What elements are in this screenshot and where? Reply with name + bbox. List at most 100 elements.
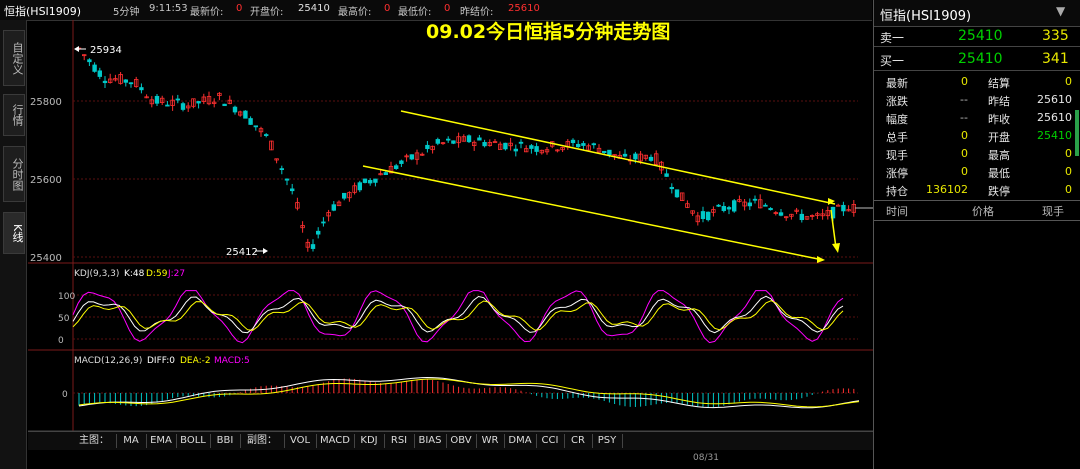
kdj-j: J:27 bbox=[167, 269, 185, 279]
tab-kline[interactable]: K线 bbox=[3, 212, 25, 254]
kdj-tick: 100 bbox=[58, 292, 75, 302]
indicator-tab[interactable]: BBI bbox=[210, 434, 241, 448]
candle-body bbox=[196, 101, 201, 104]
stat-label: 开盘 bbox=[988, 131, 1010, 144]
buy1-qty: 341 bbox=[1042, 51, 1069, 67]
candle-body bbox=[409, 154, 414, 160]
high-price-label: 最高价: bbox=[338, 7, 372, 18]
indicator-tab[interactable]: VOL bbox=[284, 434, 317, 448]
candle-body bbox=[721, 206, 726, 211]
stat-value: 25610 bbox=[1037, 111, 1072, 124]
candle-body bbox=[716, 204, 721, 207]
panel-symbol: 恒指(HSI1909) bbox=[880, 9, 972, 24]
stat-value: 0 bbox=[961, 75, 968, 88]
kdj-k-line bbox=[72, 295, 844, 334]
candle-body bbox=[97, 70, 102, 77]
stat-value: 25610 bbox=[1037, 93, 1072, 106]
candle-body bbox=[435, 139, 440, 144]
candle-body bbox=[518, 141, 524, 144]
candle-body bbox=[570, 139, 576, 144]
arrow-left-icon bbox=[74, 46, 79, 52]
candle-body bbox=[778, 212, 784, 216]
indicator-tab[interactable]: MACD bbox=[316, 434, 355, 448]
indicator-tab[interactable]: EMA bbox=[146, 434, 177, 448]
quote-panel: 恒指(HSI1909) ▼ 卖一 25410 335 买一 25410 341 … bbox=[873, 0, 1080, 469]
candle-body bbox=[243, 110, 248, 119]
chart-title: 09.02今日恒指5分钟走势图 bbox=[426, 20, 670, 43]
open-price-label: 开盘价: bbox=[250, 7, 284, 18]
candle-body bbox=[367, 180, 373, 184]
sell1-label: 卖一 bbox=[880, 31, 905, 45]
candle-body bbox=[362, 178, 368, 183]
candle-body bbox=[700, 211, 706, 219]
candle-body bbox=[529, 145, 534, 149]
indicator-tab[interactable]: MA bbox=[116, 434, 147, 448]
left-view-tabs: 自定义 行情 分时图 K线 bbox=[0, 20, 27, 469]
candle-body bbox=[752, 198, 758, 201]
tab-quotes[interactable]: 行情 bbox=[3, 94, 25, 136]
kdj-d-line bbox=[72, 300, 844, 331]
indicator-tab[interactable]: CR bbox=[564, 434, 593, 448]
candle-body bbox=[123, 79, 128, 83]
kline-chart[interactable]: 25800 25600 25400 100 50 0 0 25934 25412 09.02… bbox=[28, 20, 873, 450]
indicator-tab-bar: 主图： MA EMA BOLL BBI 副图： VOL MACD KDJ RSI BIAS OBV WR… bbox=[28, 431, 873, 450]
stat-value: 0 bbox=[961, 147, 968, 160]
candle-body bbox=[451, 140, 456, 144]
buy1-label: 买一 bbox=[880, 54, 905, 68]
indicator-tab[interactable]: BOLL bbox=[176, 434, 211, 448]
stat-row: 涨跌 -- 昨结 25610 bbox=[874, 92, 1074, 109]
indicator-tab[interactable]: RSI bbox=[384, 434, 415, 448]
arrow-right-icon bbox=[263, 248, 268, 254]
prev-settle-value: 25610 bbox=[508, 3, 540, 14]
panel-header: 恒指(HSI1909) ▼ bbox=[874, 0, 1080, 27]
date-axis: 08/31 bbox=[28, 450, 873, 469]
trend-line-upper bbox=[400, 110, 836, 205]
panel-scrollbar[interactable] bbox=[1075, 110, 1079, 156]
candle-body bbox=[674, 189, 680, 198]
macd-tick: 0 bbox=[62, 390, 68, 400]
candle-body bbox=[154, 95, 160, 104]
tick-header: 时间 价格 现手 bbox=[874, 200, 1080, 221]
indicator-tab[interactable]: KDJ bbox=[354, 434, 385, 448]
stat-value: 136102 bbox=[926, 183, 968, 196]
indicator-tab[interactable]: PSY bbox=[592, 434, 623, 448]
stat-row: 最新 0 结算 0 bbox=[874, 74, 1074, 91]
candle-body bbox=[503, 142, 508, 150]
latest-price-label: 最新价: bbox=[190, 7, 224, 18]
stat-label: 跌停 bbox=[988, 185, 1010, 198]
candle-body bbox=[165, 104, 170, 107]
candle-body bbox=[648, 156, 654, 161]
indicator-tab[interactable]: CCI bbox=[536, 434, 565, 448]
indicator-tab[interactable]: DMA bbox=[504, 434, 537, 448]
candle-body bbox=[836, 204, 841, 207]
stat-row: 幅度 -- 昨收 25610 bbox=[874, 110, 1074, 127]
candle-body bbox=[581, 143, 586, 146]
candle-body bbox=[279, 168, 284, 171]
open-price-value: 25410 bbox=[298, 3, 330, 14]
candle-body bbox=[321, 221, 326, 224]
chevron-down-icon[interactable]: ▼ bbox=[1056, 4, 1065, 18]
macd-dea: DEA:-2 bbox=[180, 356, 211, 366]
period-label: 5分钟 bbox=[113, 7, 140, 18]
indicator-tab[interactable]: OBV bbox=[446, 434, 477, 448]
candle-body bbox=[232, 106, 238, 113]
tab-timeshare[interactable]: 分时图 bbox=[3, 146, 25, 202]
tab-custom[interactable]: 自定义 bbox=[3, 30, 25, 86]
candle-body bbox=[669, 186, 674, 190]
candle-body bbox=[128, 82, 134, 85]
candle-body bbox=[263, 134, 269, 136]
candle-body bbox=[393, 165, 399, 169]
candle-body bbox=[425, 144, 430, 150]
indicator-tab[interactable]: WR bbox=[476, 434, 505, 448]
stat-value: 0 bbox=[1065, 75, 1072, 88]
high-annotation: 25934 bbox=[90, 45, 122, 56]
stat-label: 结算 bbox=[988, 77, 1010, 90]
tick-header-price: 价格 bbox=[972, 205, 994, 218]
stat-label: 最低 bbox=[988, 167, 1010, 180]
candle-body bbox=[664, 173, 669, 177]
stat-row: 涨停 0 最低 0 bbox=[874, 164, 1074, 181]
indicator-tab[interactable]: BIAS bbox=[414, 434, 447, 448]
stat-value: 0 bbox=[1065, 147, 1072, 160]
candle-body bbox=[315, 230, 321, 235]
stat-label: 昨结 bbox=[988, 95, 1010, 108]
